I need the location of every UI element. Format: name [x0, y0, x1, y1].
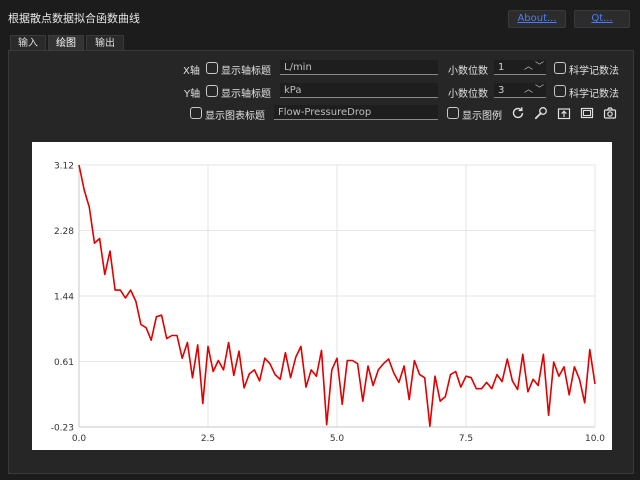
x-tick-label: 2.5 — [201, 434, 215, 444]
x-tick-label: 10.0 — [585, 434, 605, 444]
x-sci-label: 科学记数法 — [569, 66, 619, 77]
x-axis-label: X轴 — [183, 66, 200, 77]
tab-input[interactable]: 输入 — [10, 35, 46, 51]
show-chart-title-checkbox[interactable] — [190, 107, 202, 119]
camera-icon[interactable] — [603, 106, 617, 120]
y-tick-label: 1.44 — [54, 293, 74, 303]
x-tick-label: 7.5 — [459, 434, 473, 444]
about-button[interactable]: About... — [508, 10, 566, 28]
x-decimals-label: 小数位数 — [448, 66, 488, 77]
window-title: 根据散点数据拟合函数曲线 — [8, 12, 140, 25]
y-tick-label: 3.12 — [54, 162, 74, 172]
qt-button[interactable]: Qt... — [574, 10, 630, 28]
y-tick-label: 0.61 — [54, 358, 74, 368]
x-sci-checkbox[interactable] — [554, 62, 566, 74]
tab-output[interactable]: 输出 — [86, 35, 124, 51]
y-tick-label: 2.28 — [54, 227, 74, 237]
y-decimals-value: 3 — [498, 85, 505, 96]
chart-title-input[interactable]: Flow-PressureDrop — [274, 105, 438, 120]
tab-plot[interactable]: 绘图 — [48, 35, 84, 51]
x-title-input[interactable]: L/min — [280, 60, 438, 75]
spin-up-icon[interactable]: ︿ — [524, 60, 533, 75]
y-decimals-spinbox[interactable]: 3 ︿ ﹀ — [494, 83, 546, 98]
refresh-icon[interactable] — [511, 106, 525, 120]
show-legend-label: 显示图例 — [462, 111, 502, 122]
y-axis-label: Y轴 — [184, 89, 201, 100]
show-legend-checkbox[interactable] — [447, 107, 459, 119]
y-show-title-label: 显示轴标题 — [221, 89, 271, 100]
x-decimals-spinbox[interactable]: 1 ︿ ﹀ — [494, 60, 546, 75]
y-sci-label: 科学记数法 — [569, 89, 619, 100]
y-tick-label: -0.23 — [51, 424, 74, 434]
y-show-title-checkbox[interactable] — [206, 85, 218, 97]
chart-area: 3.12 2.28 1.44 0.61 -0.23 0.0 2.5 5.0 7.5 10.0 — [32, 142, 612, 450]
spin-up-icon[interactable]: ︿ — [524, 83, 533, 98]
spin-down-icon[interactable]: ﹀ — [535, 83, 544, 98]
y-sci-checkbox[interactable] — [554, 85, 566, 97]
x-tick-label: 0.0 — [72, 434, 87, 444]
y-title-input[interactable]: kPa — [280, 83, 438, 98]
wrench-icon[interactable] — [534, 106, 548, 120]
line-chart: 3.12 2.28 1.44 0.61 -0.230.0 2.5 5.0 7.5 10.0 — [51, 162, 606, 445]
y-decimals-label: 小数位数 — [448, 89, 488, 100]
export-icon[interactable] — [557, 106, 571, 120]
x-show-title-label: 显示轴标题 — [221, 66, 271, 77]
x-show-title-checkbox[interactable] — [206, 62, 218, 74]
show-chart-title-label: 显示图表标题 — [205, 111, 265, 122]
x-decimals-value: 1 — [498, 62, 505, 73]
fullscreen-icon[interactable] — [580, 106, 594, 120]
x-tick-label: 5.0 — [330, 434, 345, 444]
spin-down-icon[interactable]: ﹀ — [535, 60, 544, 75]
